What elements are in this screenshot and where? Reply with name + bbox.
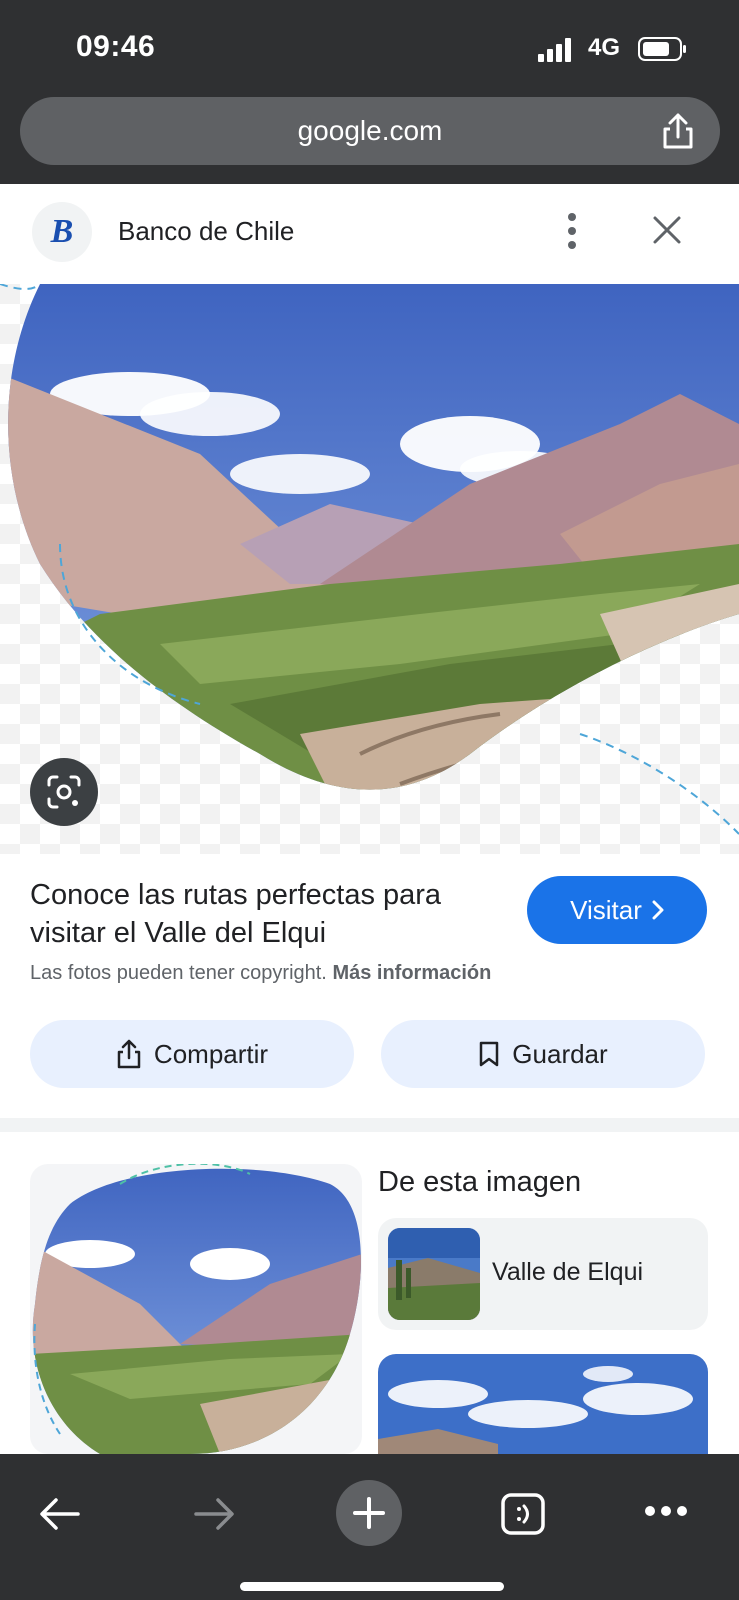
lens-button[interactable] <box>30 758 98 826</box>
new-tab-button[interactable] <box>336 1480 402 1546</box>
network-type: 4G <box>588 34 621 61</box>
lens-icon <box>47 775 81 809</box>
visit-button-label: Visitar <box>570 894 642 925</box>
source-logo[interactable]: B <box>32 202 92 262</box>
more-horiz-icon[interactable] <box>643 1504 689 1518</box>
related-section-title: De esta imagen <box>378 1166 582 1198</box>
browser-address-area: google.com <box>0 92 739 184</box>
back-arrow-icon[interactable] <box>38 1496 82 1532</box>
source-image-thumbnail[interactable] <box>30 1164 362 1454</box>
browser-toolbar <box>0 1454 739 1600</box>
share-button[interactable]: Compartir <box>30 1020 354 1088</box>
result-title[interactable]: Conoce las rutas perfectas para visitar … <box>30 876 500 952</box>
home-indicator[interactable] <box>240 1582 504 1591</box>
share-icon[interactable] <box>660 111 696 151</box>
bookmark-icon <box>480 1041 499 1067</box>
save-button[interactable]: Guardar <box>381 1020 705 1088</box>
section-divider <box>0 1118 739 1132</box>
battery-icon <box>638 37 686 61</box>
url-text[interactable]: google.com <box>20 115 720 147</box>
hero-image[interactable] <box>0 284 739 854</box>
address-bar[interactable]: google.com <box>20 97 720 165</box>
tabs-icon[interactable] <box>500 1492 546 1536</box>
source-name[interactable]: Banco de Chile <box>118 216 294 247</box>
more-info-link[interactable]: Más información <box>332 962 491 984</box>
signal-icon <box>538 38 571 62</box>
status-time: 09:46 <box>76 30 156 63</box>
source-header: B Banco de Chile <box>0 184 739 284</box>
related-card-valle-de-elqui[interactable]: Valle de Elqui <box>378 1218 708 1330</box>
chevron-right-icon <box>652 900 664 920</box>
visit-button[interactable]: Visitar <box>527 876 707 944</box>
related-image-card[interactable] <box>378 1354 708 1454</box>
close-icon[interactable] <box>652 215 682 245</box>
copyright-notice: Las fotos pueden tener copyright. Más in… <box>30 962 491 985</box>
save-button-label: Guardar <box>512 1038 608 1069</box>
forward-arrow-icon[interactable] <box>192 1496 236 1532</box>
related-thumbnail <box>388 1228 480 1320</box>
status-bar: 09:46 4G <box>0 0 739 92</box>
share-icon <box>117 1039 141 1069</box>
copyright-text: Las fotos pueden tener copyright. <box>30 962 327 984</box>
more-vert-icon[interactable] <box>565 211 579 251</box>
source-logo-letter: B <box>50 213 74 250</box>
related-item-label: Valle de Elqui <box>492 1258 644 1286</box>
share-button-label: Compartir <box>153 1038 269 1069</box>
plus-icon <box>353 1497 385 1529</box>
